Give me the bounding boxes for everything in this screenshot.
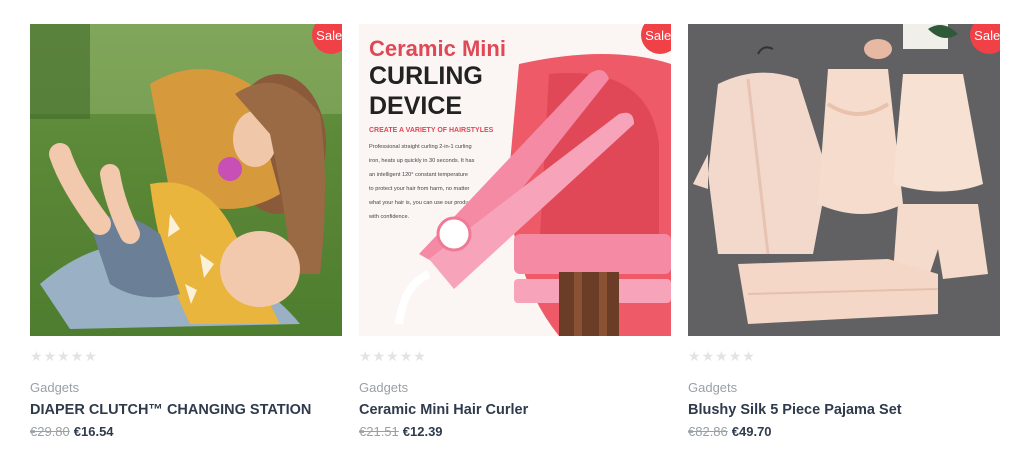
sale-price: €12.39 [402, 424, 443, 439]
hair-curler-ad-image: Ceramic Mini CURLING DEVICE CREATE A VAR… [359, 24, 671, 336]
product-category-link[interactable]: Gadgets [30, 380, 342, 395]
ad-body-line: iron, heats up quickly in 30 seconds. It… [369, 158, 475, 164]
product-category-link[interactable]: Gadgets [359, 380, 671, 395]
product-card: Ceramic Mini CURLING DEVICE CREATE A VAR… [359, 24, 671, 439]
sale-price: €49.70 [731, 424, 772, 439]
star-rating: ★ ★ ★ ★ ★ [359, 350, 671, 364]
star-icon: ★ [372, 349, 386, 365]
ad-heading-1: Ceramic Mini [369, 36, 506, 61]
original-price: €82.86 [688, 424, 728, 439]
star-icon: ★ [386, 349, 399, 365]
product-title-link[interactable]: Blushy Silk 5 Piece Pajama Set [688, 402, 1000, 418]
original-price: €29.80 [30, 424, 70, 439]
star-icon: ★ [84, 349, 97, 365]
product-category-link[interactable]: Gadgets [688, 380, 1000, 395]
ad-body-line: to protect your hair from harm, no matte… [369, 186, 470, 192]
star-icon: ★ [30, 349, 43, 365]
star-icon: ★ [399, 349, 413, 365]
product-title-link[interactable]: DIAPER CLUTCH™ CHANGING STATION [30, 402, 342, 418]
star-icon: ★ [413, 349, 426, 365]
product-price: €21.51 €12.39 [359, 424, 671, 439]
star-icon: ★ [701, 349, 715, 365]
ad-heading-3: DEVICE [369, 92, 462, 120]
product-card: Sale! ★ ★ ★ ★ ★ Gadgets DIAPER CLUTCH™ C… [30, 24, 342, 439]
star-icon: ★ [742, 349, 755, 365]
star-rating: ★ ★ ★ ★ ★ [688, 350, 1000, 364]
star-icon: ★ [57, 349, 70, 365]
baby-on-mat-photo [30, 24, 342, 336]
star-icon: ★ [70, 349, 84, 365]
star-icon: ★ [715, 349, 728, 365]
product-title-link[interactable]: Ceramic Mini Hair Curler [359, 402, 671, 418]
ad-subheading: CREATE A VARIETY OF HAIRSTYLES [369, 127, 494, 134]
product-price: €29.80 €16.54 [30, 424, 342, 439]
star-icon: ★ [43, 349, 57, 365]
product-image-hair-curler[interactable]: Ceramic Mini CURLING DEVICE CREATE A VAR… [359, 24, 671, 336]
ad-body-line: what your hair is, you can use our produ… [368, 200, 476, 206]
star-icon: ★ [728, 349, 742, 365]
star-icon: ★ [359, 349, 372, 365]
product-price: €82.86 €49.70 [688, 424, 1000, 439]
product-card: Sale! ★ ★ ★ ★ ★ Gadgets Blushy Silk 5 Pi… [688, 24, 1000, 439]
sale-price: €16.54 [73, 424, 114, 439]
ad-body-line: an intelligent 120° constant temperature [369, 172, 468, 178]
product-image-diaper-clutch[interactable]: Sale! [30, 24, 342, 336]
product-grid: Sale! ★ ★ ★ ★ ★ Gadgets DIAPER CLUTCH™ C… [0, 0, 1024, 453]
ad-body-line: Professional straight curling 2-in-1 cur… [369, 144, 472, 150]
product-image-pajama-set[interactable]: Sale! [688, 24, 1000, 336]
star-rating: ★ ★ ★ ★ ★ [30, 350, 342, 364]
silk-pajama-set-photo [688, 24, 1000, 336]
star-icon: ★ [688, 349, 701, 365]
ad-body-line: with confidence. [368, 214, 410, 220]
ad-heading-2: CURLING [369, 62, 483, 90]
original-price: €21.51 [359, 424, 399, 439]
